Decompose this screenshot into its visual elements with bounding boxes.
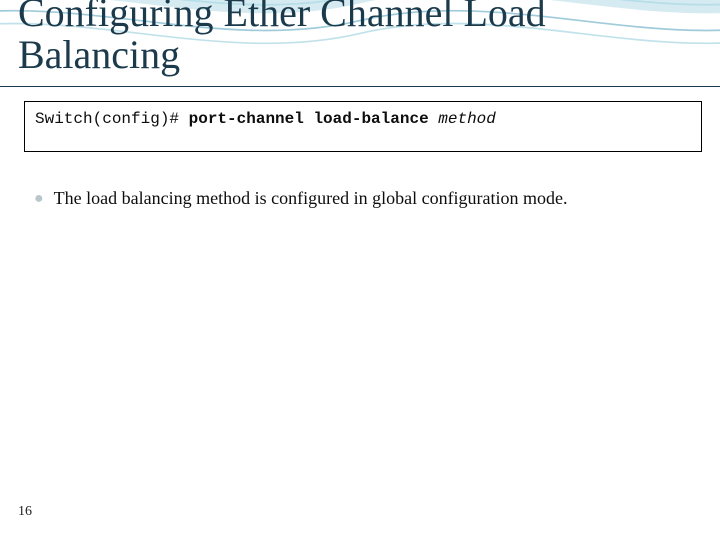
list-item: ● The load balancing method is configure…	[34, 186, 692, 211]
page-number: 16	[18, 504, 32, 520]
bullet-text: The load balancing method is configured …	[54, 186, 692, 210]
bullet-list: ● The load balancing method is configure…	[34, 186, 692, 211]
slide-title: Configuring Ether Channel Load Balancing	[0, 0, 720, 82]
cli-argument: method	[438, 110, 496, 128]
command-box: Switch(config)# port-channel load-balanc…	[24, 101, 702, 152]
cli-command: port-channel load-balance	[189, 110, 439, 128]
title-underline	[0, 86, 720, 87]
bullet-icon: ●	[34, 187, 44, 211]
cli-prompt: Switch(config)#	[35, 110, 189, 128]
